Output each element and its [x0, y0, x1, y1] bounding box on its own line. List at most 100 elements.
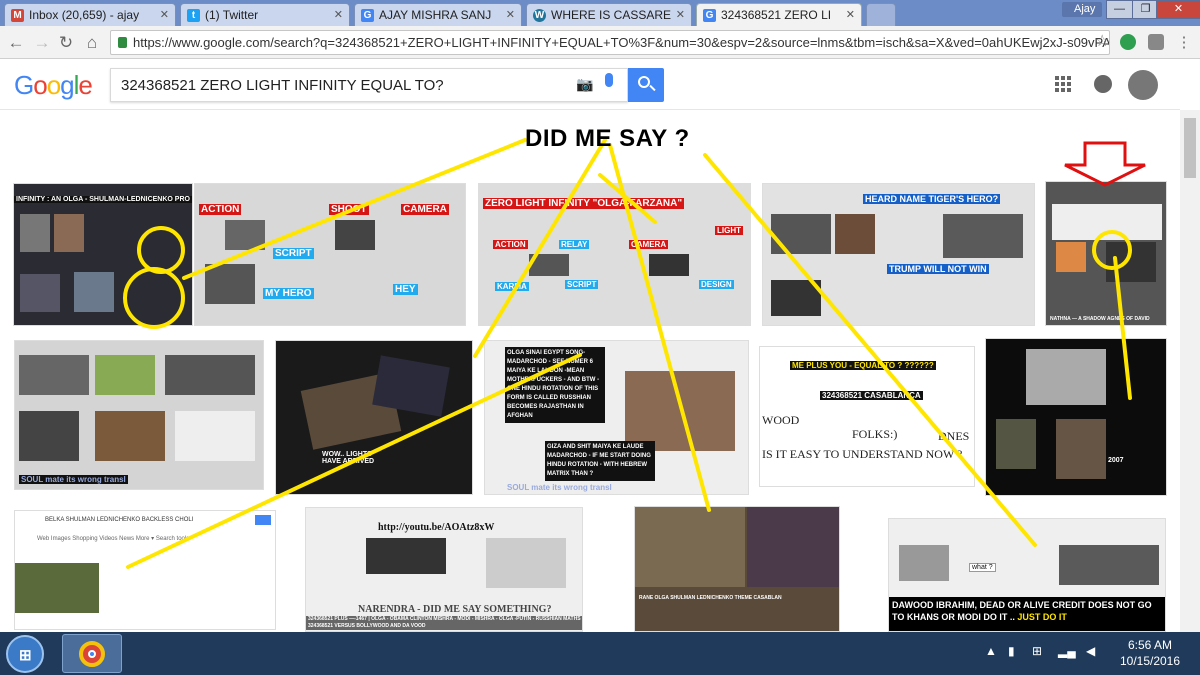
image-caption: BELKA SHULMAN LEDNICHENKO BACKLESS CHOLI	[45, 517, 194, 523]
close-window-button[interactable]: ✕	[1156, 0, 1200, 19]
image-caption: RELAY	[559, 240, 590, 249]
taskbar-clock[interactable]: 6:56 AM 10/15/2016	[1110, 637, 1190, 669]
camera-icon[interactable]: 📷	[576, 76, 593, 93]
image-caption: GIZA AND SHIT MAIYA KE LAUDE MADARCHOD -…	[545, 441, 655, 481]
start-button[interactable]: ⊞	[6, 635, 44, 673]
twitter-icon: t	[187, 9, 200, 22]
close-icon[interactable]: ✕	[676, 8, 685, 21]
result-image-2[interactable]: ACTION SHOOT CAMERA SCRIPT MY HERO HEY	[194, 183, 466, 326]
menu-icon[interactable]: ⋮	[1174, 33, 1194, 51]
result-image-1[interactable]: INFINITY : AN OLGA - SHULMAN-LEDNICENKO …	[13, 183, 193, 326]
image-caption: HEY	[393, 284, 418, 295]
tab-label: WHERE IS CASSARE	[551, 8, 672, 22]
home-icon[interactable]: ⌂	[82, 33, 102, 53]
image-caption: 2007	[1108, 457, 1124, 464]
maximize-button[interactable]: ❐	[1132, 0, 1159, 19]
lock-icon	[118, 37, 127, 48]
result-image-11[interactable]: BELKA SHULMAN LEDNICHENKO BACKLESS CHOLI…	[14, 510, 276, 630]
image-caption: WOOD	[762, 413, 800, 427]
new-tab-button[interactable]	[866, 3, 896, 26]
image-caption: DNES	[938, 429, 970, 443]
bookmark-star-icon[interactable]: ☆	[1095, 31, 1109, 51]
result-image-12[interactable]: http://youtu.be/AOAtz8xW NARENDRA - DID …	[305, 507, 583, 632]
result-image-7[interactable]: WOW.. LIGHTS HAVE ARRIVED	[275, 340, 473, 495]
apps-grid-icon[interactable]	[1055, 76, 1071, 92]
image-caption: HEARD NAME TIGER'S HERO?	[863, 194, 1001, 204]
image-caption: 324368521 PLUS —-1467 | OLGA - OBAMA CLI…	[306, 616, 582, 630]
close-icon[interactable]: ✕	[334, 8, 343, 21]
tray-battery-icon[interactable]: ▮	[1008, 644, 1015, 658]
clock-time: 6:56 AM	[1127, 638, 1173, 652]
image-caption: SCRIPT	[273, 248, 314, 259]
google-icon: G	[361, 9, 374, 22]
windows-taskbar: ⊞ ▲ ▮ ⊞ ▂▄ ◀ 6:56 AM 10/15/2016	[0, 632, 1200, 675]
image-caption: SOUL mate its wrong transl	[507, 483, 612, 492]
tab-google-search[interactable]: G AJAY MISHRA SANJ ✕	[354, 3, 522, 26]
search-tabs: Web Images Shopping Videos News More ▾ S…	[37, 536, 190, 542]
scrollbar[interactable]	[1180, 110, 1200, 632]
image-caption: DESIGN	[699, 280, 734, 289]
gmail-icon: M	[11, 9, 24, 22]
windows-logo-icon: ⊞	[19, 647, 32, 664]
result-image-4[interactable]: HEARD NAME TIGER'S HERO? TRUMP WILL NOT …	[762, 183, 1035, 326]
image-caption: IS IT EASY TO UNDERSTAND NOW ?	[762, 447, 963, 461]
google-logo[interactable]: Google	[14, 70, 93, 101]
tab-label: 324368521 ZERO LI	[721, 8, 832, 22]
tab-twitter[interactable]: t (1) Twitter ✕	[180, 3, 350, 26]
image-caption: what ?	[969, 563, 996, 572]
reload-icon[interactable]: ↻	[56, 33, 76, 53]
forward-icon[interactable]: →	[32, 33, 52, 53]
search-button[interactable]	[628, 68, 664, 102]
image-caption: http://youtu.be/AOAtz8xW	[378, 522, 495, 533]
image-caption: TRUMP WILL NOT WIN	[887, 264, 989, 274]
image-caption: FOLKS:)	[852, 427, 898, 441]
result-image-13[interactable]: RANE OLGA SHULMAN LEDNICHENKO THEME CASA…	[634, 506, 840, 632]
image-caption: LIGHT	[715, 226, 743, 235]
microphone-icon[interactable]	[605, 73, 613, 87]
tray-volume-icon[interactable]: ◀	[1086, 644, 1095, 658]
image-caption: NARENDRA - DID ME SAY SOMETHING?	[358, 604, 552, 615]
tray-network-icon[interactable]: ▂▄	[1058, 644, 1076, 658]
result-image-10[interactable]: 2007	[985, 338, 1167, 496]
result-image-14[interactable]: what ? DAWOOD IBRAHIM, DEAD OR ALIVE CRE…	[888, 518, 1166, 632]
close-icon[interactable]: ✕	[160, 8, 169, 21]
browser-tab-strip: M Inbox (20,659) - ajay ✕ t (1) Twitter …	[0, 0, 1200, 27]
image-caption: SCRIPT	[565, 280, 599, 289]
image-caption: CAMERA	[629, 240, 669, 249]
google-icon: G	[703, 9, 716, 22]
extension-check-icon[interactable]	[1120, 34, 1136, 50]
result-image-6[interactable]: SOUL mate its wrong transl	[14, 340, 264, 490]
address-bar[interactable]: https://www.google.com/search?q=32436852…	[110, 30, 1110, 55]
notifications-icon[interactable]	[1094, 75, 1112, 93]
image-caption: CAMERA	[401, 204, 449, 215]
result-image-9[interactable]: ME PLUS YOU - EQUAL TO ? ?????? 32436852…	[759, 346, 975, 487]
image-caption: 324368521 CASABLANCA	[820, 391, 923, 400]
extension-icon[interactable]	[1148, 34, 1164, 50]
taskbar-chrome-button[interactable]	[62, 634, 122, 673]
result-image-3[interactable]: ZERO LIGHT INFINITY "OLGA-FARZANA" ACTIO…	[478, 183, 751, 326]
back-icon[interactable]: ←	[6, 33, 26, 53]
image-caption: JUST DO IT	[1017, 612, 1067, 622]
tab-wordpress[interactable]: W WHERE IS CASSARE ✕	[526, 3, 692, 26]
search-icon	[638, 76, 650, 88]
result-image-8[interactable]: OLGA SINAI EGYPT SONG- MADARCHOD - SEE N…	[484, 340, 749, 495]
chrome-icon	[79, 641, 105, 667]
close-icon[interactable]: ✕	[506, 8, 515, 21]
image-caption: ZERO LIGHT INFINITY "OLGA-FARZANA"	[483, 198, 685, 209]
tray-windows-icon[interactable]: ⊞	[1032, 644, 1042, 658]
result-image-5[interactable]: NATHNA — A SHADOW AGNES OF DAVID	[1045, 181, 1167, 326]
avatar[interactable]	[1128, 70, 1158, 100]
image-caption: RANE OLGA SHULMAN LEDNICHENKO THEME CASA…	[639, 595, 782, 601]
tray-expand-icon[interactable]: ▲	[985, 644, 997, 658]
image-caption: INFINITY : AN OLGA - SHULMAN-LEDNICENKO …	[14, 196, 192, 203]
image-caption: SHOOT	[329, 204, 369, 215]
tab-label: (1) Twitter	[205, 8, 259, 22]
tab-gmail[interactable]: M Inbox (20,659) - ajay ✕	[4, 3, 176, 26]
close-icon[interactable]: ✕	[846, 8, 855, 21]
user-badge[interactable]: Ajay	[1062, 2, 1102, 17]
tab-active-search[interactable]: G 324368521 ZERO LI ✕	[696, 3, 862, 27]
url-text: https://www.google.com/search?q=32436852…	[133, 35, 1110, 50]
search-input[interactable]: 324368521 ZERO LIGHT INFINITY EQUAL TO?	[110, 68, 628, 102]
minimize-button[interactable]: —	[1106, 0, 1133, 19]
image-caption: SOUL mate its wrong transl	[19, 475, 128, 484]
